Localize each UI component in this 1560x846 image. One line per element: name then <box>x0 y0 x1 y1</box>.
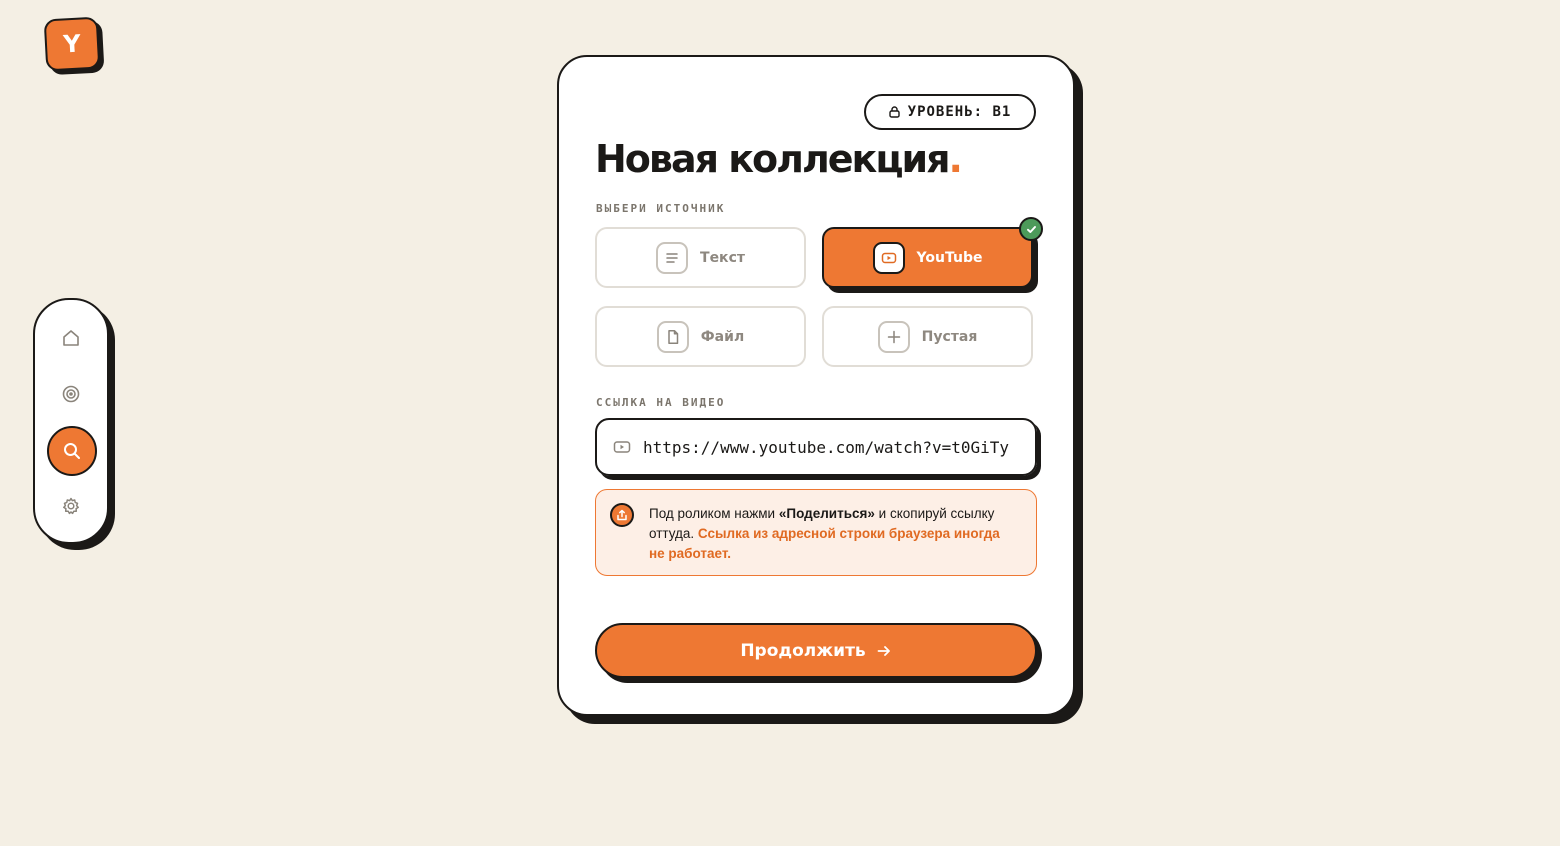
source-icon-box <box>877 320 910 353</box>
app-logo[interactable]: Y <box>43 16 101 72</box>
sidebar-nav <box>33 298 109 544</box>
arrow-right-icon <box>877 645 890 656</box>
selected-check-icon <box>1019 217 1043 241</box>
page-title-text: Новая коллекция <box>595 137 951 181</box>
continue-button-label: Продолжить <box>740 640 866 661</box>
home-icon <box>63 330 79 346</box>
source-option-youtube[interactable]: YouTube <box>822 217 1043 288</box>
youtube-icon <box>613 441 631 453</box>
lock-icon <box>888 106 900 118</box>
hint-text: Под роликом нажми <box>649 506 779 521</box>
source-option-empty[interactable]: Пустая <box>822 306 1033 367</box>
title-accent-dot: . <box>948 137 964 181</box>
new-collection-card: УРОВЕНЬ: B1 Новая коллекция. ВЫБЕРИ ИСТО… <box>557 55 1075 716</box>
nav-item-search[interactable] <box>47 426 97 476</box>
plus-icon <box>887 330 900 343</box>
logo-letter: Y <box>62 29 82 59</box>
text-lines-icon <box>666 252 678 263</box>
source-option-label: YouTube <box>916 249 983 266</box>
share-icon <box>610 503 634 527</box>
nav-item-home[interactable] <box>48 315 94 361</box>
nav-item-settings[interactable] <box>48 483 94 529</box>
video-url-field[interactable] <box>595 418 1037 476</box>
hint-warning: Ссылка из адресной строки браузера иногд… <box>649 526 1000 561</box>
video-url-input[interactable] <box>643 437 1015 457</box>
source-icon-box <box>656 320 689 353</box>
share-hint-box: Под роликом нажми «Поделиться» и скопиру… <box>595 489 1037 576</box>
level-badge-text: УРОВЕНЬ: B1 <box>907 104 1012 120</box>
target-icon <box>62 385 80 403</box>
source-option-label: Пустая <box>921 328 978 345</box>
continue-button[interactable]: Продолжить <box>595 623 1037 678</box>
file-icon <box>668 329 679 344</box>
gear-icon <box>63 497 79 515</box>
source-option-label: Текст <box>700 249 745 266</box>
hint-share-keyword: «Поделиться» <box>778 506 875 521</box>
video-link-label: ССЫЛКА НА ВИДЕО <box>596 396 726 409</box>
level-badge[interactable]: УРОВЕНЬ: B1 <box>864 94 1036 130</box>
youtube-icon <box>881 252 896 263</box>
source-option-label: Файл <box>700 328 745 345</box>
search-icon <box>64 443 80 459</box>
nav-item-target[interactable] <box>48 371 94 417</box>
source-icon-box <box>656 241 689 274</box>
source-icon-box <box>872 241 905 274</box>
page-title: Новая коллекция. <box>595 137 964 181</box>
source-option-file[interactable]: Файл <box>595 306 806 367</box>
source-section-label: ВЫБЕРИ ИСТОЧНИК <box>596 202 726 215</box>
source-option-text[interactable]: Текст <box>595 227 806 288</box>
